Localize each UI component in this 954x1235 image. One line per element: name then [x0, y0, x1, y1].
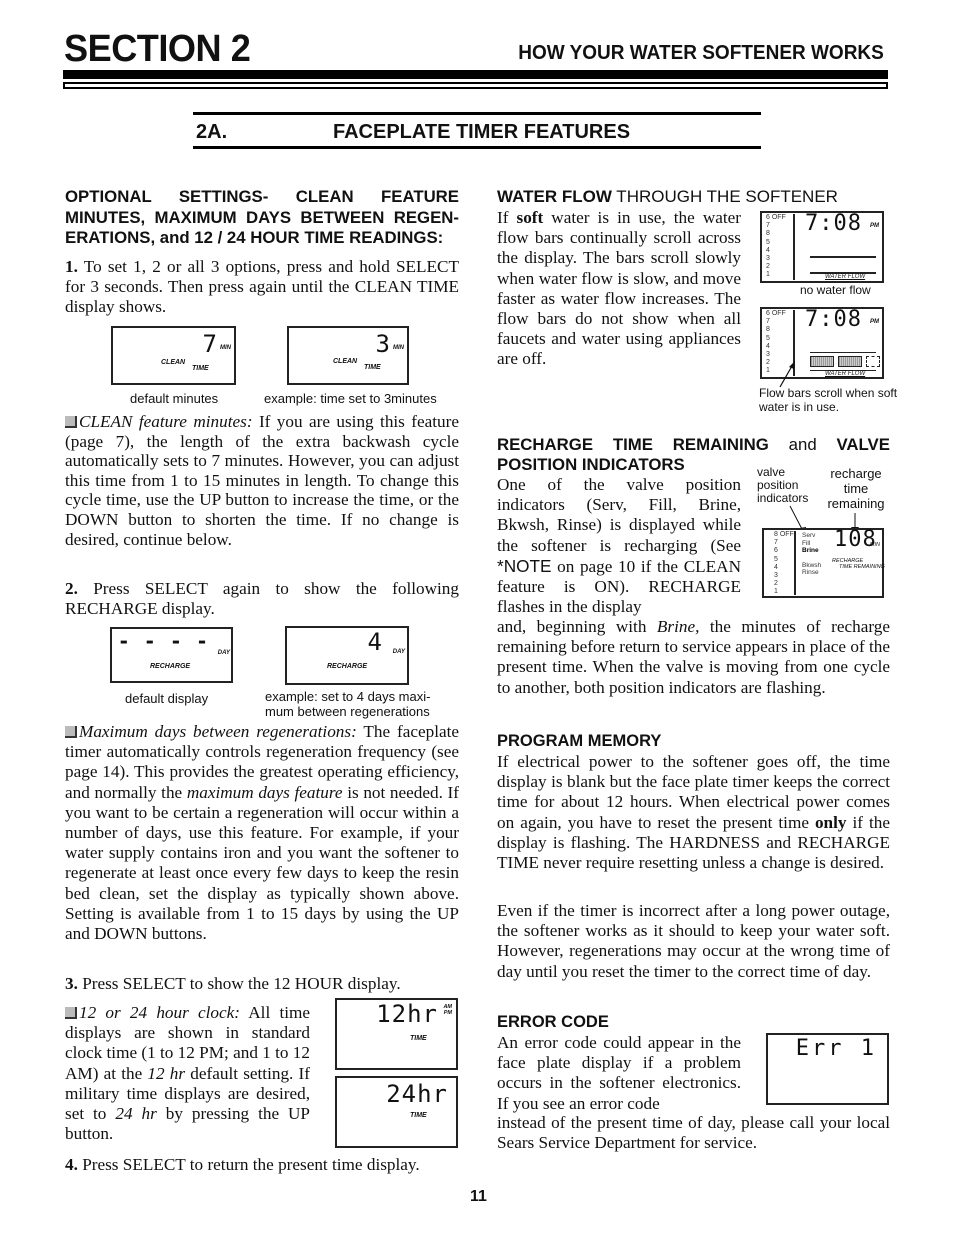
step-number: 3.: [65, 974, 78, 993]
header-rule-outline: [63, 82, 888, 89]
subsection-number: 2A.: [196, 121, 228, 143]
lcd-label: RECHARGE: [150, 663, 191, 670]
section-subtitle: HOW YOUR WATER SOFTENER WORKS: [518, 42, 884, 64]
lcd-label: RECHARGE: [327, 663, 368, 670]
water-flow-display-no-flow: 6 OFF 7 8 5 4 3 2 1 7:08 PM WATER FLOW: [760, 211, 884, 283]
header-rule-thick: [63, 70, 888, 79]
recharge-default-display: - - - - DAY RECHARGE: [110, 627, 233, 683]
flow-bar-empty: [866, 356, 880, 367]
step-number: 4.: [65, 1155, 78, 1174]
lcd-label: CLEAN: [333, 358, 358, 365]
error-code-display: Err 1: [766, 1033, 889, 1105]
valve-scale: 8 OFF 7 6 5 4 3 2 1: [774, 531, 794, 596]
lcd-digits: 24hr: [386, 1080, 448, 1108]
lcd-unit: MIN: [869, 542, 880, 548]
maximum-days-title: Maximum days between regenerations:: [79, 722, 357, 741]
clean-feature-paragraph: CLEAN feature minutes: If you are using …: [65, 412, 459, 549]
recharge-paragraph: One of the valve position indicators (Se…: [497, 475, 741, 617]
optional-settings-heading: OPTIONAL SETTINGS- CLEAN FEATURE MINUTES…: [65, 187, 459, 247]
page-number: 11: [470, 1188, 487, 1205]
lcd-label: WATER FLOW: [825, 274, 866, 280]
recharge-example-display: 4 DAY RECHARGE: [285, 626, 409, 685]
bullet-icon: [65, 1007, 77, 1019]
lcd-unit: DAY: [217, 650, 230, 656]
flow-line-top: [810, 352, 876, 353]
lcd-unit: MIN: [393, 345, 404, 351]
lcd-label: CLEAN: [161, 359, 186, 366]
valve-position-brine: Brine: [802, 547, 819, 554]
lcd-ampm: PM: [870, 223, 879, 229]
step-number: 2.: [65, 579, 78, 598]
step-1-paragraph: 1. To set 1, 2 or all 3 options, press a…: [65, 257, 459, 317]
subsection-rule-top: [193, 112, 761, 115]
maximum-days-paragraph: Maximum days between regenerations: The …: [65, 722, 460, 944]
recharge-example-caption: example: set to 4 days maxi-mum between …: [265, 689, 431, 719]
subsection-rule-bottom: [193, 146, 761, 149]
lcd-digits: 4: [367, 628, 383, 656]
step-2-paragraph: 2. Press SELECT again to show the follow…: [65, 579, 459, 619]
valve-position-fill: Fill: [802, 539, 811, 547]
lcd-label: WATER FLOW: [825, 371, 866, 377]
step-4-paragraph: 4. Press SELECT to return the present ti…: [65, 1155, 420, 1174]
water-flow-paragraph: If soft water is in use, the water flow …: [497, 208, 741, 369]
bullet-icon: [65, 416, 77, 428]
lcd-digits: 7: [202, 330, 218, 358]
no-flow-caption: no water flow: [800, 283, 871, 297]
valve-position-bkwsh: Bkwsh: [802, 561, 822, 569]
clean-feature-title: CLEAN feature minutes:: [79, 412, 253, 431]
lcd-unit: MIN: [220, 345, 231, 351]
clean-default-display: 7 MIN CLEAN TIME: [111, 326, 236, 385]
lcd-time: 7:08: [805, 307, 862, 332]
lcd-error-code: Err 1: [795, 1036, 877, 1061]
lcd-label: TIME: [410, 1112, 427, 1119]
lcd-unit: DAY: [392, 649, 405, 655]
error-code-heading: ERROR CODE: [497, 1013, 609, 1031]
clock-12hr-display: 12hr AM PM TIME: [335, 998, 458, 1070]
recharge-time-remaining-label: recharge time remaining: [827, 466, 885, 511]
flow-bar: [810, 356, 834, 367]
lcd-label: TIME: [364, 364, 381, 371]
clean-example-display: 3 MIN CLEAN TIME: [287, 326, 409, 385]
flow-bar: [838, 356, 862, 367]
valve-position-list: Serv Fill Brine Bkwsh Rinse: [802, 532, 821, 577]
pointer-arrow-icon: [779, 361, 795, 388]
error-code-paragraph: An error code could appear in the face p…: [497, 1033, 741, 1113]
step-3-paragraph: 3. Press SELECT to show the 12 HOUR disp…: [65, 974, 401, 993]
flow-line-top: [810, 256, 876, 258]
lcd-digits: 108: [834, 527, 877, 552]
clock-paragraph: 12 or 24 hour clock: All time displays a…: [65, 1003, 311, 1144]
recharge-paragraph-continued: and, beginning with Brine, the minutes o…: [497, 617, 890, 697]
clean-example-caption: example: time set to 3minutes: [264, 391, 437, 406]
lcd-digits: - - - -: [117, 629, 209, 653]
subsection-title: FACEPLATE TIMER FEATURES: [333, 121, 631, 143]
program-memory-paragraph: If electrical power to the softener goes…: [497, 752, 890, 873]
clock-24hr-display: 24hr TIME: [335, 1076, 458, 1148]
lcd-time: 7:08: [805, 211, 862, 236]
step-number: 1.: [65, 257, 78, 276]
scale-divider: [793, 214, 795, 280]
recharge-default-caption: default display: [125, 691, 209, 706]
lcd-digits: 3: [375, 330, 391, 358]
bullet-icon: [65, 726, 77, 738]
soft-water-caption: Flow bars scroll when soft water is in u…: [759, 386, 898, 414]
valve-position-display: 8 OFF 7 6 5 4 3 2 1 Serv Fill Brine Bkwsh Rinse…: [762, 527, 885, 598]
lcd-pm-label: PM: [443, 1010, 452, 1016]
valve-position-rinse: Rinse: [802, 569, 819, 576]
section-title: SECTION 2: [64, 28, 251, 70]
lcd-label: TIME REMAINING: [839, 564, 885, 570]
valve-position-label: valve position indicators: [757, 465, 809, 505]
error-code-paragraph-continued: instead of the present time of day, plea…: [497, 1113, 890, 1153]
power-outage-paragraph: Even if the timer is incorrect after a l…: [497, 901, 890, 981]
lcd-label: TIME: [410, 1035, 427, 1042]
lcd-label: TIME: [192, 365, 209, 372]
lcd-ampm: PM: [870, 319, 879, 325]
flow-scale: 6 OFF 7 8 5 4 3 2 1: [766, 214, 786, 279]
valve-position-serv: Serv: [802, 532, 816, 539]
lcd-digits: 12hr: [376, 1000, 438, 1028]
water-flow-heading: WATER FLOW THROUGH THE SOFTENER: [497, 187, 838, 206]
clock-title: 12 or 24 hour clock:: [79, 1003, 240, 1022]
program-memory-heading: PROGRAM MEMORY: [497, 732, 662, 750]
scale-divider: [794, 531, 796, 595]
clean-default-caption: default minutes: [130, 391, 219, 406]
